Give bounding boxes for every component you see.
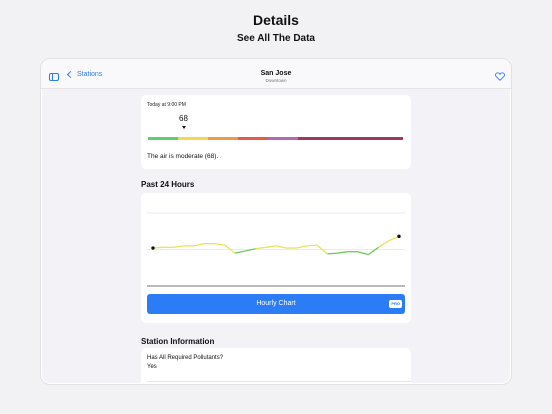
aq-marker-icon: [182, 126, 186, 129]
station-info-title: Station Information: [141, 337, 215, 346]
past-24-card: Hourly Chart PRO: [141, 193, 411, 323]
row-divider: [147, 381, 411, 382]
series-segment: [245, 248, 256, 252]
pollutants-label: Has All Required Pollutants?: [147, 355, 224, 361]
aqi-scale-segment: [298, 137, 403, 140]
air-quality-card: Today at 9:00 PM 68 The air is moderate …: [141, 95, 411, 169]
nav-title: San Jose: [260, 70, 292, 77]
series-segment: [224, 244, 236, 254]
series-segment: [214, 243, 225, 246]
aqi-scale-segment: [268, 137, 298, 140]
ipad-frame: Stations San Jose Downtown Today at 9:00…: [40, 58, 512, 385]
aqi-color-scale: [148, 137, 403, 140]
pollutants-value: Yes: [147, 364, 157, 370]
series-segment: [255, 246, 266, 250]
series-segment: [193, 243, 205, 247]
navigation-bar: Stations San Jose Downtown: [41, 59, 511, 89]
series-segment: [367, 246, 379, 256]
hero-subtitle: See All The Data: [237, 33, 315, 44]
aq-value: 68: [179, 114, 188, 123]
chevron-left-icon: [66, 70, 75, 79]
past-24-title: Past 24 Hours: [141, 180, 195, 189]
back-button[interactable]: Stations: [66, 70, 103, 79]
nav-title-group: San Jose Downtown: [41, 70, 511, 83]
aqi-scale-segment: [148, 137, 178, 140]
aqi-scale-segment: [238, 137, 268, 140]
scroll-content[interactable]: Today at 9:00 PM 68 The air is moderate …: [41, 90, 511, 384]
series-segment: [265, 245, 277, 248]
hero-title: Details: [253, 12, 299, 28]
pro-badge: PRO: [389, 300, 402, 308]
hero-header: Details See All The Data: [0, 12, 552, 44]
station-info-card: Has All Required Pollutants? Yes: [141, 348, 411, 384]
aqi-scale-segment: [178, 137, 208, 140]
aqi-scale-segment: [208, 137, 238, 140]
sidebar-toggle-icon[interactable]: [49, 73, 59, 81]
series-segment: [234, 250, 246, 254]
series-segment: [337, 251, 348, 254]
end-point: [397, 234, 401, 239]
series-segment: [296, 245, 307, 249]
series-segment: [378, 240, 390, 248]
hourly-chart-label: Hourly Chart: [256, 300, 296, 307]
series-segment: [173, 245, 184, 248]
nav-subtitle: Downtown: [265, 78, 287, 83]
series-segment: [357, 251, 369, 256]
aq-description: The air is moderate (68).: [147, 153, 219, 160]
series-segment: [275, 245, 287, 249]
heart-icon[interactable]: [495, 72, 505, 81]
aq-timestamp: Today at 9:00 PM: [147, 102, 186, 108]
hourly-chart-button[interactable]: Hourly Chart PRO: [147, 294, 405, 314]
series-segment: [327, 252, 338, 255]
start-point: [151, 246, 155, 250]
back-button-label: Stations: [77, 71, 103, 78]
past-24-chart: [147, 212, 405, 287]
series-segment: [306, 244, 318, 247]
